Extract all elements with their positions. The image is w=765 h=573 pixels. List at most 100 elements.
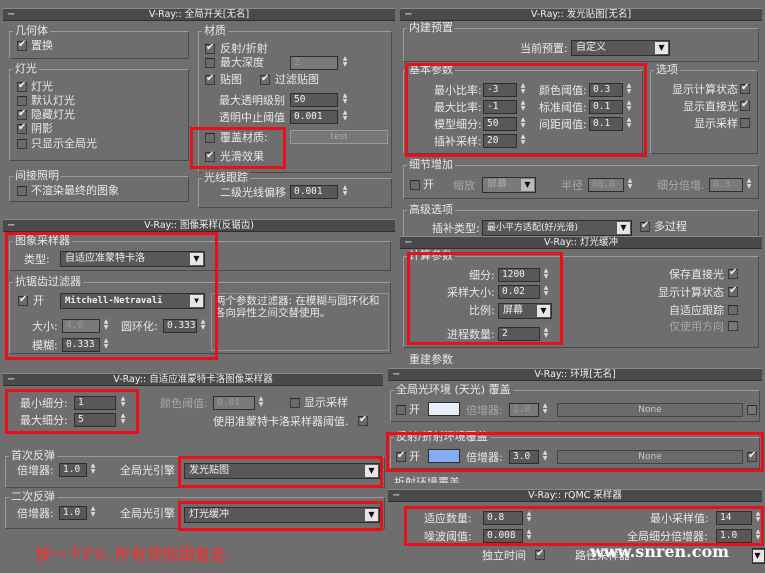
filter-maps-checkbox[interactable] [260,73,270,85]
show-samples-checkbox[interactable] [740,118,750,128]
show-direct-checkbox[interactable] [740,99,750,111]
gi-env-on-checkbox[interactable] [396,405,406,415]
spinner-arrows-icon[interactable]: ▲ ▼ [89,506,97,520]
shadows-checkbox[interactable] [17,122,27,134]
show-samples-checkbox[interactable] [290,398,300,408]
gi-env-on-label: 开 [409,403,420,416]
max-depth-checkbox[interactable] [205,58,215,68]
dropdown-arrow-icon: ▼ [521,179,534,191]
adaptive-dmc-rollout-bar[interactable]: − V-Ray:: 自适应准蒙特卡洛图像采样器 [3,373,383,386]
global-switches-rollout-bar[interactable]: − V-Ray:: 全局开关[无名] [3,8,395,21]
primary-engine-label: 全局光引擎 [120,464,175,477]
spinner-arrows-icon[interactable]: ▲ ▼ [745,178,753,192]
refr-env-label: 折射环境覆盖 [394,476,460,483]
multipass-label: 多过程 [654,220,687,233]
primary-mult-spinner[interactable]: 1.0 [59,463,87,477]
store-direct-checkbox[interactable] [728,267,738,279]
transp-cutoff-spinner[interactable]: 0.001 [290,110,338,124]
irradiance-rollout-bar[interactable]: − V-Ray:: 发光贴图[无名] [400,8,762,21]
path-sampler-dropdown[interactable]: ▼ [752,548,765,564]
hidden-lights-label: 隐藏灯光 [31,108,75,121]
scale-dropdown[interactable]: 屏幕 ▼ [482,177,536,193]
displacement-checkbox[interactable] [17,39,27,51]
highlight-box [178,456,383,488]
max-transp-levels-spinner[interactable]: 50 [290,93,338,107]
interp-type-dropdown[interactable]: 最小平方适配(好/光滑) ▼ [482,220,632,236]
highlight-box [178,501,383,531]
spinner-arrows-icon[interactable]: ▲ ▼ [626,178,634,192]
environment-rollout-bar[interactable]: − V-Ray:: 环境[无名] [388,368,762,381]
secondary-engine-label: 全局光引擎 [120,507,175,520]
collapse-icon: − [392,369,401,380]
show-calc-label: 显示计算状态 [672,83,738,96]
show-calc-checkbox[interactable] [740,82,750,94]
dropdown-arrow-icon: ▼ [617,222,630,234]
reconstruct-label: 重建参数 [409,353,453,366]
maps-checkbox[interactable] [205,73,215,85]
default-lights-checkbox[interactable] [17,96,27,106]
preset-value: 自定义 [576,42,606,53]
spinner-arrows-icon[interactable]: ▲ ▼ [257,396,265,410]
gi-env-mult-spinner[interactable]: 1.0 [509,403,539,417]
rollout-title: V-Ray:: 灯光缓冲 [544,237,618,248]
gi-env-map-checkbox[interactable] [747,405,757,415]
highlight-box [190,127,286,169]
lc-show-calc-checkbox[interactable] [728,285,738,297]
detail-on-checkbox[interactable] [410,180,420,190]
highlight-box [405,63,647,157]
radius-spinner[interactable]: 60.0 [588,178,624,192]
spinner-arrows-icon[interactable]: ▲ ▼ [341,185,349,199]
max-transp-levels-label: 最大透明级别 [219,94,285,107]
lights-checkbox[interactable] [17,80,27,92]
image-sampler-rollout-bar[interactable]: − V-Ray:: 图像采样(反锯齿) [3,219,395,232]
max-depth-spinner[interactable]: 2 [290,56,338,70]
override-mtl-button[interactable]: test [290,130,388,144]
subdivs-mult-spinner[interactable]: 0.3 [709,178,743,192]
use-dmc-checkbox[interactable] [358,414,368,426]
lighting-group-title: 灯光 [13,62,39,75]
light-cache-rollout-bar[interactable]: − V-Ray:: 灯光缓冲 [400,236,762,249]
adaptive-checkbox[interactable] [728,305,738,315]
default-lights-label: 默认灯光 [31,94,75,107]
options-title: 选项 [654,63,680,76]
use-dirs-checkbox[interactable] [728,321,738,331]
gi-env-mult-label: 倍增器: [466,404,503,417]
use-dirs-label: 仅使用方向 [669,320,724,333]
show-direct-label: 显示直接光 [683,100,738,113]
rollout-title: V-Ray:: 发光贴图[无名] [530,9,632,20]
subdivs-mult-label: 细分倍增. [657,179,705,192]
scale-value: 屏幕 [487,179,507,190]
spinner-arrows-icon[interactable]: ▲ ▼ [341,56,349,70]
reflect-refract-checkbox[interactable] [205,42,215,54]
spinner-arrows-icon[interactable]: ▲ ▼ [541,403,549,417]
collapse-icon: − [7,374,16,385]
dropdown-arrow-icon: ▼ [655,42,668,54]
rollout-title: V-Ray:: 全局开关[无名] [148,9,250,20]
reflect-refract-label: 反射/折射 [220,42,268,55]
secondary-bias-spinner[interactable]: 0.001 [290,185,338,199]
detail-title: 细节增加 [407,158,455,171]
gi-only-label: 只显示全局光 [31,137,97,150]
collapse-icon: − [404,9,413,20]
highlight-box [407,252,563,345]
time-indep-checkbox[interactable] [535,548,545,560]
geometry-group-title: 几何体 [13,24,50,37]
secondary-bias-label: 二级光线偏移 [220,186,286,199]
no-render-final-checkbox[interactable] [17,186,27,196]
lc-show-calc-label: 显示计算状态 [658,286,724,299]
lights-label: 灯光 [31,80,53,93]
preset-dropdown[interactable]: 自定义 ▼ [571,40,670,56]
gi-env-map-button[interactable]: None [557,403,743,417]
hidden-lights-checkbox[interactable] [17,108,27,120]
advanced-title: 高级选项 [407,203,455,216]
rqmc-rollout-bar[interactable]: − V-Ray:: rQMC 采样器 [388,489,762,502]
secondary-mult-spinner[interactable]: 1.0 [59,506,87,520]
spinner-arrows-icon[interactable]: ▲ ▼ [341,93,349,107]
gi-only-checkbox[interactable] [17,139,27,149]
spinner-arrows-icon[interactable]: ▲ ▼ [341,110,349,124]
multipass-checkbox[interactable] [640,220,650,232]
gi-env-color-swatch[interactable] [428,402,460,416]
color-thresh-spinner[interactable]: 0.01 [213,396,255,410]
spinner-arrows-icon[interactable]: ▲ ▼ [89,463,97,477]
scale-label: 缩放 [453,179,475,192]
